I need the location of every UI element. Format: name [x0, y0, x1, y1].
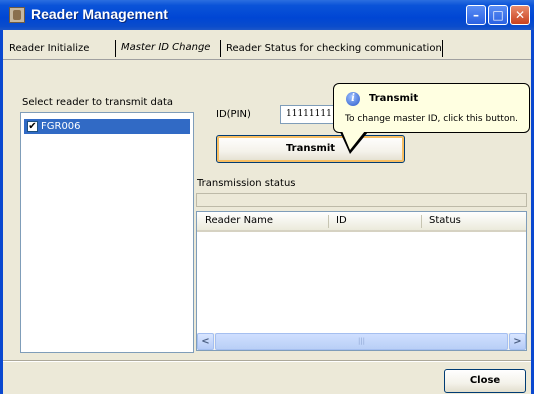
reader-management-window: Reader Management – □ ✕ Reader Initializ… — [0, 0, 534, 394]
id-pin-input[interactable]: 11111111 — [280, 105, 340, 124]
title-bar[interactable]: Reader Management – □ ✕ — [0, 0, 534, 30]
tab-master-id-change[interactable]: Master ID Change — [117, 37, 215, 59]
tab-reader-status[interactable]: Reader Status for checking communication — [222, 39, 446, 59]
reader-name: FGR006 — [41, 121, 81, 132]
column-header-status[interactable]: Status — [423, 212, 519, 230]
footer-divider-highlight — [3, 361, 531, 362]
tab-bar: Reader Initialize Master ID Change Reade… — [3, 37, 531, 59]
reader-checkbox[interactable]: ✔ — [27, 121, 38, 132]
window-title: Reader Management — [31, 6, 168, 22]
column-separator[interactable] — [421, 215, 422, 228]
info-icon: i — [346, 92, 360, 106]
tooltip-text: To change master ID, click this button. — [345, 114, 519, 124]
tab-separator — [115, 40, 116, 57]
close-window-button[interactable]: ✕ — [510, 5, 530, 25]
reader-list[interactable]: ✔ FGR006 — [20, 112, 194, 353]
scroll-left-arrow-icon[interactable]: < — [197, 333, 214, 350]
tooltip-title: Transmit — [369, 93, 419, 104]
tooltip-tail-fill — [342, 131, 365, 150]
column-separator[interactable] — [328, 215, 329, 228]
tab-separator — [220, 40, 221, 57]
scroll-right-arrow-icon[interactable]: > — [509, 333, 526, 350]
transmit-tooltip: i Transmit To change master ID, click th… — [333, 83, 530, 133]
minimize-button[interactable]: – — [466, 5, 486, 25]
tab-separator — [442, 40, 443, 57]
table-header: Reader Name ID Status — [197, 212, 526, 232]
column-header-reader-name[interactable]: Reader Name — [199, 212, 325, 230]
horizontal-scrollbar[interactable]: < ||| > — [197, 333, 526, 350]
app-icon — [9, 7, 25, 23]
window-border-left — [0, 30, 3, 394]
column-header-id[interactable]: ID — [330, 212, 421, 230]
select-reader-label: Select reader to transmit data — [22, 97, 174, 108]
transmit-button[interactable]: Transmit — [216, 135, 405, 163]
id-pin-label: ID(PIN) — [216, 109, 251, 120]
reader-list-item[interactable]: ✔ FGR006 — [24, 119, 190, 134]
transmission-status-label: Transmission status — [197, 178, 296, 189]
maximize-button[interactable]: □ — [488, 5, 508, 25]
transmission-progress-bar — [196, 193, 527, 207]
tab-reader-initialize[interactable]: Reader Initialize — [5, 39, 93, 59]
scroll-thumb[interactable]: ||| — [215, 333, 508, 350]
tab-bottom-line — [3, 59, 531, 60]
status-table[interactable]: Reader Name ID Status < ||| > — [196, 211, 527, 351]
close-button[interactable]: Close — [444, 369, 526, 393]
